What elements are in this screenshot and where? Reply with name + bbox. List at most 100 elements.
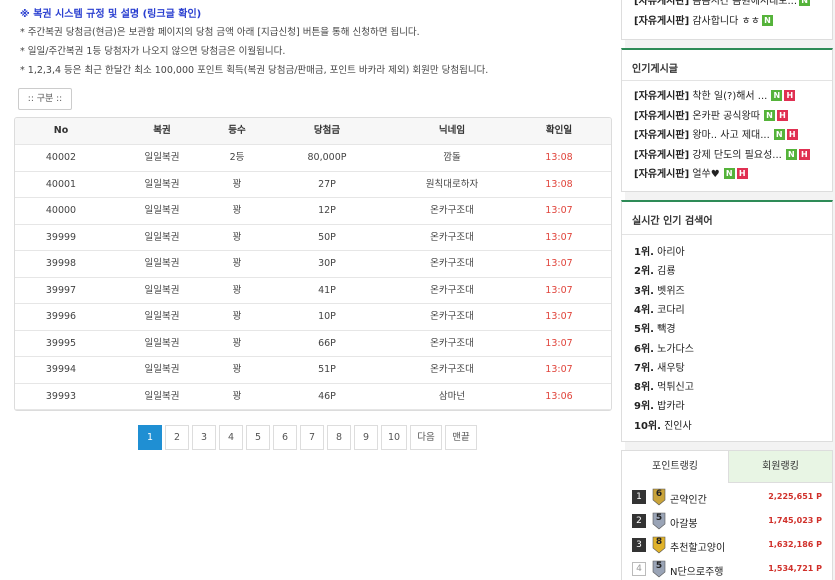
- cell-nickname[interactable]: 온카구조대: [377, 198, 527, 224]
- tab-member-ranking[interactable]: 회원랭킹: [728, 451, 832, 483]
- page-6-button[interactable]: 6: [273, 425, 297, 450]
- lottery-results-table: No 복권 등수 당첨금 닉네임 확인일 40002 일일복권 2등 80,000P 깜…: [14, 117, 612, 411]
- col-header-checked: 확인일: [545, 125, 573, 136]
- page-4-button[interactable]: 4: [219, 425, 243, 450]
- cell-rank: 2등: [229, 152, 245, 163]
- page-7-button[interactable]: 7: [300, 425, 324, 450]
- search-term-item[interactable]: 8위. 먹튀신고: [634, 378, 694, 393]
- cell-nickname[interactable]: 온카구조대: [377, 278, 527, 304]
- popular-posts-title: 인기게시글: [632, 64, 678, 75]
- cell-no: 40001: [45, 178, 77, 190]
- next-page-button[interactable]: 다음: [410, 425, 442, 450]
- search-term: 김룡: [657, 266, 676, 278]
- cell-nickname[interactable]: 깜돌: [377, 145, 527, 171]
- table-header-row: No 복권 등수 당첨금 닉네임 확인일: [15, 118, 611, 145]
- hot-badge: H: [786, 129, 798, 140]
- cell-prize: 66P: [318, 337, 336, 349]
- realtime-search-panel: 실시간 인기 검색어 1위. 아리아 2위. 김룡 3위. 벳위즈 4위. 코다리 5위…: [621, 200, 833, 442]
- search-term-item[interactable]: 9위. 밥카라: [634, 397, 685, 412]
- level-icon: 5: [652, 560, 666, 578]
- ranking-nickname: N단으로주행: [670, 567, 724, 578]
- cell-nickname[interactable]: 온카구조대: [377, 251, 527, 277]
- search-rank: 5위.: [634, 324, 654, 336]
- new-badge: N: [771, 90, 783, 101]
- page-3-button[interactable]: 3: [192, 425, 216, 450]
- new-badge: N: [773, 129, 785, 140]
- cell-nickname[interactable]: 온카구조대: [377, 331, 527, 357]
- cell-prize: 46P: [318, 390, 336, 402]
- ranking-row[interactable]: 3 8 추천할고양이 1,632,186 P: [632, 536, 822, 556]
- search-term-item[interactable]: 10위. 진인사: [634, 417, 692, 432]
- tab-point-ranking[interactable]: 포인트랭킹: [622, 451, 728, 483]
- search-term: 빽경: [657, 324, 676, 336]
- page-5-button[interactable]: 5: [246, 425, 270, 450]
- cell-prize: 12P: [318, 205, 336, 216]
- category-select-button[interactable]: :: 구분 ::: [18, 88, 72, 110]
- last-page-button[interactable]: 맨끝: [445, 425, 477, 450]
- cell-no: 39994: [45, 364, 77, 375]
- search-term-item[interactable]: 2위. 김룡: [634, 262, 676, 277]
- search-rank: 2위.: [634, 266, 654, 278]
- post-title: 착한 일(?)해서 ...: [692, 91, 768, 102]
- cell-checked: 13:07: [545, 231, 573, 243]
- post-title: 온카판 공식왕따: [692, 110, 760, 122]
- ranking-panel: 포인트랭킹 회원랭킹 1 6 곤약인간 2,225,651 P 2 5 아갈봉 1,745,0…: [621, 450, 833, 580]
- page-10-button[interactable]: 10: [381, 425, 407, 450]
- cell-no: 40000: [45, 205, 77, 216]
- cell-nickname[interactable]: 온카구조대: [377, 225, 527, 251]
- ranking-nickname: 곤약인간: [670, 495, 707, 506]
- ranking-row[interactable]: 4 5 N단으로주행 1,534,721 P: [632, 560, 822, 580]
- recent-posts-panel: [자유게시판] 음음시간 음원에서대보... N [자유게시판] 감사합니다 ㅎㅎ…: [621, 0, 833, 40]
- page-9-button[interactable]: 9: [354, 425, 378, 450]
- notice-title[interactable]: ※ 복권 시스템 규정 및 설명 (링크글 확인): [20, 5, 201, 20]
- notice-line: * 일일/주간복권 1등 당첨자가 나오지 않으면 당첨금은 이월됩니다.: [20, 46, 286, 57]
- cell-rank: 꽝: [232, 390, 242, 402]
- hot-badge: H: [736, 168, 748, 179]
- search-rank: 7위.: [634, 362, 654, 374]
- level-icon: 6: [652, 488, 666, 506]
- page-2-button[interactable]: 2: [165, 425, 189, 450]
- cell-checked: 13:07: [545, 205, 573, 216]
- search-term-item[interactable]: 4위. 코다리: [634, 301, 685, 316]
- ranking-points: 1,632,186 P: [768, 540, 822, 549]
- page-8-button[interactable]: 8: [327, 425, 351, 450]
- cell-nickname[interactable]: 온카구조대: [377, 357, 527, 383]
- new-badge: N: [799, 0, 811, 6]
- cell-rank: 꽝: [232, 231, 242, 243]
- cell-nickname[interactable]: 온카구조대: [377, 304, 527, 330]
- cell-rank: 꽝: [232, 205, 242, 216]
- search-term: 벳위즈: [657, 285, 685, 297]
- hot-badge: H: [784, 90, 796, 101]
- recent-post-item[interactable]: [자유게시판] 감사합니다 ㅎㅎ N: [634, 12, 773, 27]
- popular-post-item[interactable]: [자유게시판] 얼쑤♥ N H: [634, 165, 748, 180]
- cell-checked: 13:06: [545, 390, 573, 402]
- cell-prize: 50P: [318, 231, 336, 243]
- popular-post-item[interactable]: [자유게시판] 온카판 공식왕따 N H: [634, 107, 788, 122]
- cell-checked: 13:07: [545, 364, 573, 375]
- popular-post-item[interactable]: [자유게시판] 강제 단도의 필요성... N H: [634, 146, 810, 161]
- post-title: 강제 단도의 필요성...: [692, 149, 782, 161]
- post-board-label: [자유게시판]: [634, 169, 690, 180]
- popular-post-item[interactable]: [자유게시판] 착한 일(?)해서 ... N H: [634, 87, 796, 102]
- ranking-row[interactable]: 1 6 곤약인간 2,225,651 P: [632, 488, 822, 508]
- search-term-item[interactable]: 6위. 노가다스: [634, 340, 694, 355]
- ranking-row[interactable]: 2 5 아갈봉 1,745,023 P: [632, 512, 822, 532]
- hot-badge: H: [776, 109, 788, 121]
- level-number: 5: [655, 513, 663, 523]
- ranking-nickname: 아갈봉: [670, 519, 698, 530]
- search-rank: 10위.: [634, 420, 661, 432]
- search-term-item[interactable]: 5위. 빽경: [634, 320, 676, 335]
- page-1-button[interactable]: 1: [138, 425, 162, 450]
- ranking-points: 2,225,651 P: [768, 492, 822, 501]
- popular-post-item[interactable]: [자유게시판] 왕마.. 사고 제대... N H: [634, 126, 798, 141]
- search-term-item[interactable]: 3위. 벳위즈: [634, 282, 685, 297]
- cell-no: 39996: [45, 311, 77, 322]
- search-term-item[interactable]: 1위. 아리아: [634, 243, 685, 258]
- recent-post-item-partial[interactable]: [자유게시판] 음음시간 음원에서대보... N: [634, 0, 811, 7]
- search-term-item[interactable]: 7위. 새우탕: [634, 359, 685, 374]
- col-header-prize: 당첨금: [313, 125, 341, 136]
- col-header-lottery: 복권: [153, 125, 171, 136]
- cell-nickname[interactable]: 삼마넌: [377, 384, 527, 410]
- cell-rank: 꽝: [232, 364, 242, 375]
- cell-nickname[interactable]: 원칙대로하자: [377, 172, 527, 198]
